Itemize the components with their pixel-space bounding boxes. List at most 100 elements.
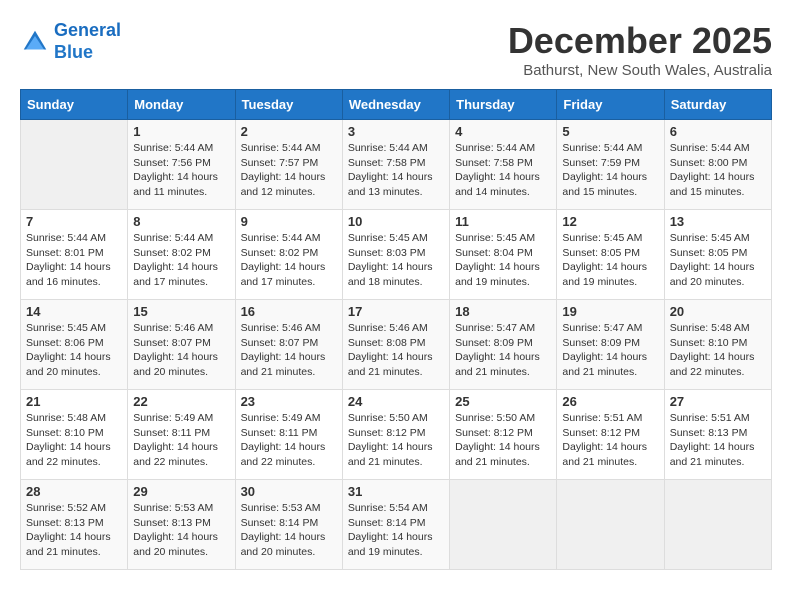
day-number: 22 [133, 394, 229, 409]
day-number: 8 [133, 214, 229, 229]
calendar-cell [664, 480, 771, 570]
day-info: Sunrise: 5:47 AMSunset: 8:09 PMDaylight:… [562, 321, 658, 380]
day-info: Sunrise: 5:44 AMSunset: 8:01 PMDaylight:… [26, 231, 122, 290]
day-info: Sunrise: 5:46 AMSunset: 8:08 PMDaylight:… [348, 321, 444, 380]
title-block: December 2025 Bathurst, New South Wales,… [508, 20, 772, 79]
header-day-sunday: Sunday [21, 90, 128, 120]
day-info: Sunrise: 5:47 AMSunset: 8:09 PMDaylight:… [455, 321, 551, 380]
day-info: Sunrise: 5:54 AMSunset: 8:14 PMDaylight:… [348, 501, 444, 560]
calendar-cell: 5 Sunrise: 5:44 AMSunset: 7:59 PMDaylight… [557, 120, 664, 210]
week-row-3: 14 Sunrise: 5:45 AMSunset: 8:06 PMDayligh… [21, 300, 772, 390]
calendar-cell: 29Sunrise: 5:53 AMSunset: 8:13 PMDayligh… [128, 480, 235, 570]
day-number: 1 [133, 124, 229, 139]
calendar-cell: 1 Sunrise: 5:44 AMSunset: 7:56 PMDaylight… [128, 120, 235, 210]
day-number: 20 [670, 304, 766, 319]
header-day-tuesday: Tuesday [235, 90, 342, 120]
day-info: Sunrise: 5:51 AMSunset: 8:12 PMDaylight:… [562, 411, 658, 470]
calendar-body: 1 Sunrise: 5:44 AMSunset: 7:56 PMDaylight… [21, 120, 772, 570]
header-day-saturday: Saturday [664, 90, 771, 120]
logo-icon [20, 27, 50, 57]
calendar-cell: 9 Sunrise: 5:44 AMSunset: 8:02 PMDaylight… [235, 210, 342, 300]
calendar-cell: 30Sunrise: 5:53 AMSunset: 8:14 PMDayligh… [235, 480, 342, 570]
day-number: 21 [26, 394, 122, 409]
calendar-cell [450, 480, 557, 570]
day-number: 27 [670, 394, 766, 409]
logo: General Blue [20, 20, 121, 63]
day-number: 18 [455, 304, 551, 319]
day-info: Sunrise: 5:50 AMSunset: 8:12 PMDaylight:… [455, 411, 551, 470]
location: Bathurst, New South Wales, Australia [508, 62, 772, 79]
day-number: 6 [670, 124, 766, 139]
week-row-5: 28Sunrise: 5:52 AMSunset: 8:13 PMDayligh… [21, 480, 772, 570]
calendar-cell: 27 Sunrise: 5:51 AMSunset: 8:13 PMDayligh… [664, 390, 771, 480]
calendar-cell [557, 480, 664, 570]
calendar-cell: 11Sunrise: 5:45 AMSunset: 8:04 PMDayligh… [450, 210, 557, 300]
calendar-cell: 8 Sunrise: 5:44 AMSunset: 8:02 PMDaylight… [128, 210, 235, 300]
day-info: Sunrise: 5:49 AMSunset: 8:11 PMDaylight:… [133, 411, 229, 470]
header-row: SundayMondayTuesdayWednesdayThursdayFrid… [21, 90, 772, 120]
day-info: Sunrise: 5:52 AMSunset: 8:13 PMDaylight:… [26, 501, 122, 560]
day-info: Sunrise: 5:49 AMSunset: 8:11 PMDaylight:… [241, 411, 337, 470]
day-number: 29 [133, 484, 229, 499]
day-info: Sunrise: 5:51 AMSunset: 8:13 PMDaylight:… [670, 411, 766, 470]
day-number: 3 [348, 124, 444, 139]
day-info: Sunrise: 5:45 AMSunset: 8:04 PMDaylight:… [455, 231, 551, 290]
day-info: Sunrise: 5:44 AMSunset: 7:58 PMDaylight:… [455, 141, 551, 200]
calendar-cell: 28Sunrise: 5:52 AMSunset: 8:13 PMDayligh… [21, 480, 128, 570]
day-info: Sunrise: 5:48 AMSunset: 8:10 PMDaylight:… [26, 411, 122, 470]
day-info: Sunrise: 5:44 AMSunset: 7:59 PMDaylight:… [562, 141, 658, 200]
day-info: Sunrise: 5:44 AMSunset: 8:02 PMDaylight:… [241, 231, 337, 290]
day-number: 2 [241, 124, 337, 139]
header-day-monday: Monday [128, 90, 235, 120]
calendar-cell: 10Sunrise: 5:45 AMSunset: 8:03 PMDayligh… [342, 210, 449, 300]
calendar-cell: 12Sunrise: 5:45 AMSunset: 8:05 PMDayligh… [557, 210, 664, 300]
day-number: 7 [26, 214, 122, 229]
calendar-cell: 15 Sunrise: 5:46 AMSunset: 8:07 PMDayligh… [128, 300, 235, 390]
day-info: Sunrise: 5:44 AMSunset: 8:00 PMDaylight:… [670, 141, 766, 200]
week-row-4: 21 Sunrise: 5:48 AMSunset: 8:10 PMDayligh… [21, 390, 772, 480]
day-number: 5 [562, 124, 658, 139]
day-info: Sunrise: 5:44 AMSunset: 8:02 PMDaylight:… [133, 231, 229, 290]
week-row-1: 1 Sunrise: 5:44 AMSunset: 7:56 PMDaylight… [21, 120, 772, 210]
calendar-cell: 18 Sunrise: 5:47 AMSunset: 8:09 PMDayligh… [450, 300, 557, 390]
header-day-friday: Friday [557, 90, 664, 120]
calendar-cell: 14 Sunrise: 5:45 AMSunset: 8:06 PMDayligh… [21, 300, 128, 390]
calendar-cell: 22 Sunrise: 5:49 AMSunset: 8:11 PMDayligh… [128, 390, 235, 480]
calendar-cell: 26 Sunrise: 5:51 AMSunset: 8:12 PMDayligh… [557, 390, 664, 480]
day-info: Sunrise: 5:46 AMSunset: 8:07 PMDaylight:… [133, 321, 229, 380]
day-number: 16 [241, 304, 337, 319]
day-info: Sunrise: 5:44 AMSunset: 7:58 PMDaylight:… [348, 141, 444, 200]
logo-text: General Blue [54, 20, 121, 63]
day-number: 15 [133, 304, 229, 319]
calendar-cell: 17 Sunrise: 5:46 AMSunset: 8:08 PMDayligh… [342, 300, 449, 390]
day-number: 25 [455, 394, 551, 409]
calendar-cell: 13 Sunrise: 5:45 AMSunset: 8:05 PMDayligh… [664, 210, 771, 300]
day-number: 4 [455, 124, 551, 139]
day-info: Sunrise: 5:45 AMSunset: 8:06 PMDaylight:… [26, 321, 122, 380]
day-number: 24 [348, 394, 444, 409]
calendar-cell [21, 120, 128, 210]
calendar-cell: 3 Sunrise: 5:44 AMSunset: 7:58 PMDaylight… [342, 120, 449, 210]
day-info: Sunrise: 5:44 AMSunset: 7:56 PMDaylight:… [133, 141, 229, 200]
day-info: Sunrise: 5:50 AMSunset: 8:12 PMDaylight:… [348, 411, 444, 470]
page-header: General Blue December 2025 Bathurst, New… [20, 20, 772, 79]
header-day-wednesday: Wednesday [342, 90, 449, 120]
day-number: 23 [241, 394, 337, 409]
calendar-table: SundayMondayTuesdayWednesdayThursdayFrid… [20, 89, 772, 570]
calendar-cell: 7 Sunrise: 5:44 AMSunset: 8:01 PMDaylight… [21, 210, 128, 300]
day-number: 19 [562, 304, 658, 319]
month-title: December 2025 [508, 20, 772, 62]
day-number: 26 [562, 394, 658, 409]
day-info: Sunrise: 5:45 AMSunset: 8:05 PMDaylight:… [670, 231, 766, 290]
day-number: 13 [670, 214, 766, 229]
day-info: Sunrise: 5:53 AMSunset: 8:14 PMDaylight:… [241, 501, 337, 560]
day-number: 9 [241, 214, 337, 229]
calendar-cell: 23 Sunrise: 5:49 AMSunset: 8:11 PMDayligh… [235, 390, 342, 480]
day-number: 31 [348, 484, 444, 499]
day-number: 14 [26, 304, 122, 319]
calendar-cell: 31 Sunrise: 5:54 AMSunset: 8:14 PMDayligh… [342, 480, 449, 570]
day-info: Sunrise: 5:46 AMSunset: 8:07 PMDaylight:… [241, 321, 337, 380]
calendar-cell: 16 Sunrise: 5:46 AMSunset: 8:07 PMDayligh… [235, 300, 342, 390]
day-info: Sunrise: 5:48 AMSunset: 8:10 PMDaylight:… [670, 321, 766, 380]
day-number: 17 [348, 304, 444, 319]
